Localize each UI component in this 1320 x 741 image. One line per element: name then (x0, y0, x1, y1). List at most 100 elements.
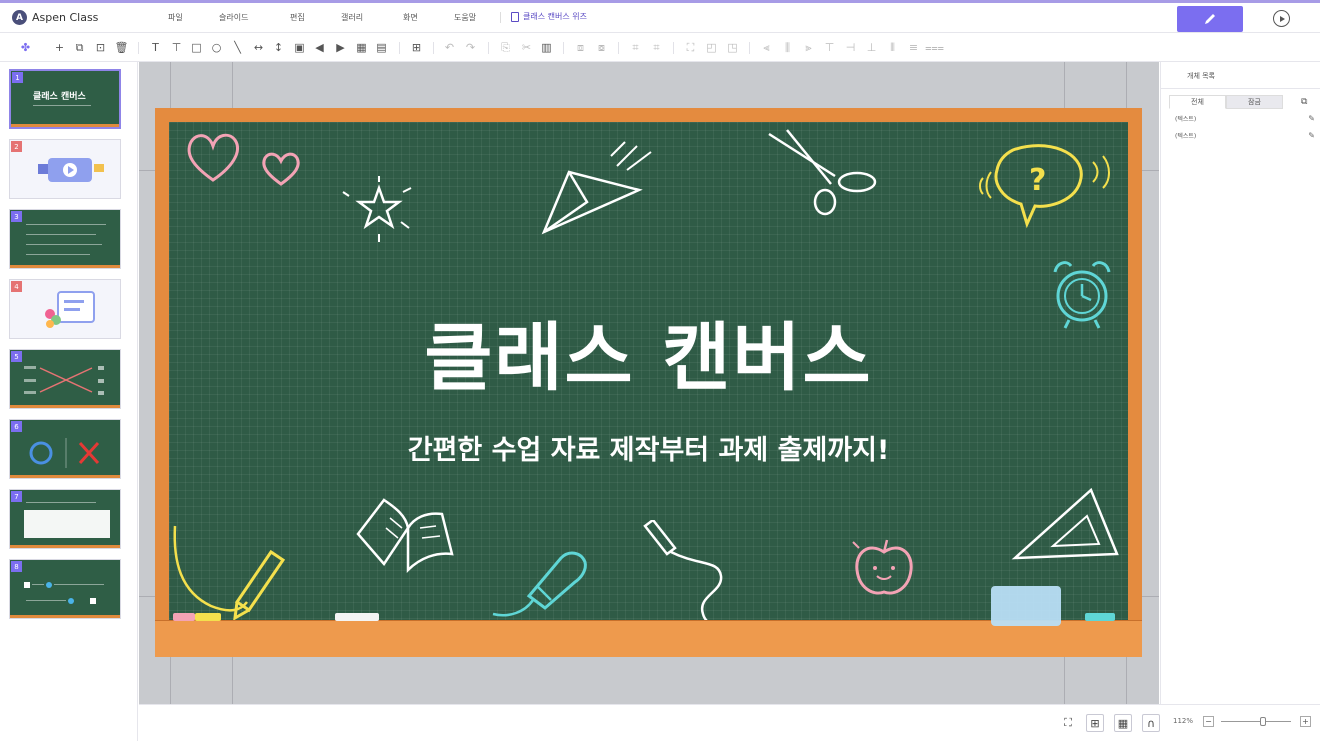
slide-thumbnail-2[interactable]: 2 (9, 139, 121, 199)
object-row[interactable]: (텍스트) ✎ (1175, 114, 1315, 123)
table-icon[interactable]: ▦ (355, 41, 368, 54)
insert-icon[interactable]: ⊞ (410, 41, 423, 54)
slide-title[interactable]: 클래스 캔버스 (169, 298, 1128, 405)
menu-help[interactable]: 도움말 (454, 12, 476, 23)
group-icon[interactable]: ⧈ (574, 41, 587, 54)
pink-chalk (173, 613, 195, 621)
question-bubble-doodle-icon: ? (979, 144, 1110, 229)
pin-icon[interactable]: ✎ (1308, 114, 1315, 123)
image-icon[interactable]: ▣ (293, 41, 306, 54)
toolbar-divider (138, 42, 139, 54)
delete-slide-icon[interactable]: 🗑 (115, 41, 129, 54)
tab-locked[interactable]: 잠금 (1226, 95, 1283, 109)
bring-front-icon[interactable]: ◰ (705, 41, 718, 54)
circle-icon[interactable]: ○ (210, 41, 223, 54)
theme-icon[interactable]: ✤ (19, 41, 32, 54)
paste-icon[interactable]: ▥ (540, 41, 553, 54)
copy-icon[interactable]: ⎘ (499, 41, 512, 54)
distribute-spacing-icon[interactable]: ⩶ (925, 41, 944, 54)
app-logo[interactable]: A Aspen Class (12, 10, 98, 25)
edit-mode-button[interactable] (1177, 6, 1243, 32)
ungroup-icon[interactable]: ⧇ (595, 41, 608, 54)
grid-fine-icon[interactable]: ▦ (1114, 714, 1132, 732)
chalkboard: ? 클래스 캔버스 간편한 수업 자료 제작부터 과제 출제까지! (169, 122, 1128, 622)
object-panel-tabs: 전체 잠금 (1169, 95, 1283, 109)
pin-icon[interactable]: ✎ (1308, 131, 1315, 140)
aspen-logo-icon: A (12, 10, 27, 25)
slide-number: 3 (11, 211, 22, 222)
slide-thumbnail-7[interactable]: 7 (9, 489, 121, 549)
menu-edit[interactable]: 편집 (290, 12, 305, 23)
undo-icon[interactable]: ↶ (443, 41, 456, 54)
text-box-icon[interactable]: T (149, 41, 162, 54)
fit-icon[interactable]: ⛶ (684, 41, 697, 54)
menu-gallery[interactable]: 갤러리 (341, 12, 363, 23)
grid-view-icon[interactable]: ⊞ (1086, 714, 1104, 732)
cut-icon[interactable]: ✂ (520, 41, 533, 54)
add-slide-icon[interactable]: + (53, 41, 66, 54)
menu-file[interactable]: 파일 (168, 12, 183, 23)
zoom-slider-handle[interactable] (1260, 717, 1266, 726)
tab-all[interactable]: 전체 (1169, 95, 1226, 109)
align-center-icon[interactable]: ⫼ (781, 41, 794, 54)
zoom-slider-track[interactable] (1221, 721, 1291, 722)
zoom-out-button[interactable]: − (1203, 716, 1214, 727)
audio-icon[interactable]: ◀ (313, 41, 326, 54)
rectangle-icon[interactable]: □ (190, 41, 203, 54)
thumb-dot (24, 582, 30, 588)
crop-icon[interactable]: ⌗ (629, 41, 642, 54)
align-bottom-icon[interactable]: ⊥ (865, 41, 878, 54)
slide-list-panel: 1 클래스 캔버스 2 3 4 5 6 7 8 (0, 62, 138, 741)
small-heart-doodle-icon (262, 152, 300, 186)
distribute-h-icon[interactable]: ⫴ (886, 41, 899, 54)
document-title[interactable]: 클래스 캔버스 위즈 (511, 11, 587, 22)
snap-magnet-icon[interactable]: ∩ (1142, 714, 1160, 732)
duplicate-slide-icon[interactable]: ⧉ (73, 41, 86, 54)
line-icon[interactable]: ╲ (231, 41, 244, 54)
slide-thumbnail-6[interactable]: 6 (9, 419, 121, 479)
align-top-icon[interactable]: ⊤ (823, 41, 836, 54)
slide-thumbnail-4[interactable]: 4 (9, 279, 121, 339)
thumb-dot (68, 598, 74, 604)
slide-number: 8 (11, 561, 22, 572)
video-icon[interactable]: ▶ (334, 41, 347, 54)
send-back-icon[interactable]: ◳ (726, 41, 739, 54)
toolbar-divider (488, 42, 489, 54)
toolbar-divider (749, 42, 750, 54)
distribute-v-icon[interactable]: ≡ (907, 41, 920, 54)
fullscreen-icon[interactable]: ⛶ (1059, 714, 1077, 732)
toolbar-divider (399, 42, 400, 54)
slide-settings-icon[interactable]: ⊡ (94, 41, 107, 54)
object-row-label: (텍스트) (1175, 133, 1197, 140)
thumb-line (26, 234, 96, 235)
slide-thumbnail-8[interactable]: 8 (9, 559, 121, 619)
crop-reset-icon[interactable]: ⌗ (650, 41, 663, 54)
arrow-line-icon[interactable]: ↔ (252, 41, 265, 54)
marker-doodle-icon (643, 520, 723, 622)
align-right-icon[interactable]: ⫸ (802, 41, 815, 54)
object-row[interactable]: (텍스트) ✎ (1175, 131, 1315, 140)
slide-thumbnail-3[interactable]: 3 (9, 209, 121, 269)
present-button[interactable] (1273, 10, 1290, 27)
glue-doodle-icon (492, 551, 587, 617)
thumb-line (33, 105, 91, 106)
slide-number: 1 (12, 72, 23, 83)
panel-divider (1161, 88, 1320, 89)
vertical-text-icon[interactable]: ⊤ (170, 41, 183, 54)
align-middle-icon[interactable]: ⊣ (844, 41, 857, 54)
svg-text:?: ? (1029, 163, 1046, 198)
align-left-icon[interactable]: ⫷ (760, 41, 773, 54)
copy-objects-icon[interactable]: ⧉ (1301, 97, 1307, 107)
redo-icon[interactable]: ↷ (464, 41, 477, 54)
slide-thumbnail-1[interactable]: 1 클래스 캔버스 (9, 69, 121, 129)
slide-thumbnail-5[interactable]: 5 (9, 349, 121, 409)
slide-canvas[interactable]: ? 클래스 캔버스 간편한 수업 자료 제작부터 과제 출제까지! (139, 62, 1159, 704)
zoom-in-button[interactable]: + (1300, 716, 1311, 727)
embed-icon[interactable]: ▤ (375, 41, 388, 54)
vertical-line-icon[interactable]: ↕ (272, 41, 285, 54)
menu-slide[interactable]: 슬라이드 (219, 12, 248, 23)
menu-view[interactable]: 화면 (403, 12, 418, 23)
slide-subtitle[interactable]: 간편한 수업 자료 제작부터 과제 출제까지! (169, 428, 1128, 467)
book-doodle-icon (356, 498, 454, 574)
chalkboard-frame[interactable]: ? 클래스 캔버스 간편한 수업 자료 제작부터 과제 출제까지! (155, 108, 1142, 657)
